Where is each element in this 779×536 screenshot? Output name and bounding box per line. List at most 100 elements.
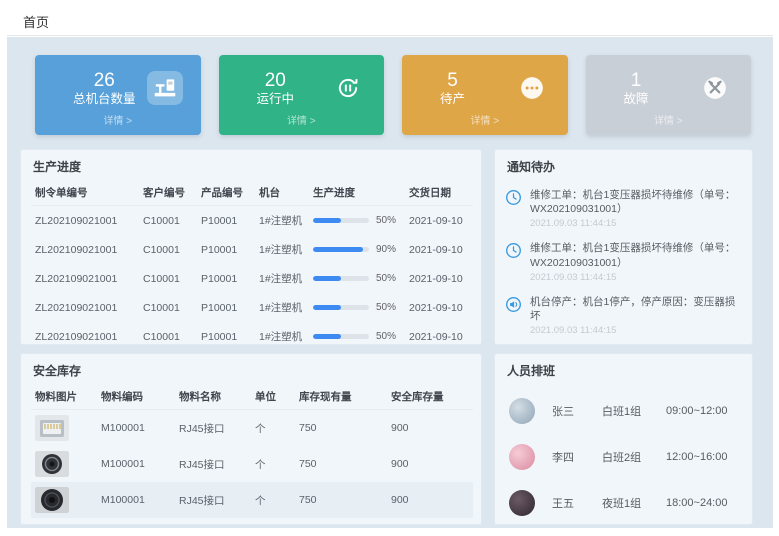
staff-shift: 白班1组	[602, 403, 666, 419]
progress-bar: 50%	[313, 302, 401, 313]
panel-title: 通知待办	[495, 150, 752, 180]
staff-time: 09:00~12:00	[666, 405, 727, 417]
schedule-row: 王五 夜班1组 18:00~24:00	[509, 480, 738, 525]
table-row: ZL202109021001 C10001 P10001 1#注塑机 50% 2…	[31, 293, 473, 322]
progress-bar: 50%	[313, 331, 401, 342]
staff-name: 张三	[552, 403, 602, 419]
notification-item[interactable]: 维修工单：机台1变压器损坏待维修（单号：WX202109031001） 2021…	[505, 182, 742, 235]
column-header: 机台	[255, 180, 309, 206]
column-header: 产品编号	[197, 180, 255, 206]
notification-time: 2021.09.03 11:44:15	[530, 325, 742, 336]
notification-list: 维修工单：机台1变压器损坏待维修（单号：WX202109031001） 2021…	[495, 180, 752, 345]
progress-bar: 50%	[313, 215, 401, 226]
detail-link[interactable]: 详情 >	[598, 112, 740, 129]
top-bar: 首页	[7, 8, 773, 36]
clock-icon	[505, 242, 522, 259]
column-header: 物料编码	[97, 384, 175, 410]
staff-name: 李四	[552, 449, 602, 465]
staff-schedule-panel: 人员排班 张三 白班1组 09:00~12:00 李四 白班2组 12:00~1…	[494, 353, 753, 525]
dashboard-screen: 首页 26 总机台数量	[0, 0, 779, 536]
progress-label: 90%	[376, 244, 396, 255]
schedule-row: 张三 白班1组 09:00~12:00	[509, 388, 738, 434]
speaker-icon	[505, 296, 522, 313]
progress-label: 50%	[376, 331, 396, 342]
notification-time: 2021.09.03 11:44:15	[530, 218, 742, 229]
safety-stock-table: 物料图片 物料编码 物料名称 单位 库存现有量 安全库存量	[31, 384, 473, 518]
safety-stock-panel: 安全库存 物料图片 物料编码 物料名称 单位 库存现有量 安全库存量	[20, 353, 482, 525]
column-header: 客户编号	[139, 180, 197, 206]
clock-icon	[505, 189, 522, 206]
column-header: 单位	[251, 384, 295, 410]
progress-label: 50%	[376, 273, 396, 284]
stat-card-waiting[interactable]: 5 待产 详情 >	[402, 55, 568, 135]
progress-label: 50%	[376, 215, 396, 226]
panels-grid: 生产进度 制令单编号 客户编号 产品编号 机台 生产进度 交货日期	[20, 149, 755, 525]
table-row: ZL202109021001 C10001 P10001 1#注塑机 50% 2…	[31, 322, 473, 345]
notification-time: 2021.09.03 11:44:15	[530, 272, 742, 283]
column-header: 制令单编号	[31, 180, 139, 206]
detail-link[interactable]: 详情 >	[231, 112, 373, 129]
table-row: M100001 RJ45接口 个 750 900	[31, 482, 473, 518]
notification-item[interactable]: 维修工单：机台1变压器损坏待维修（单号：WX202109031001） 2021…	[505, 235, 742, 288]
bottom-edge	[7, 528, 779, 536]
table-row: ZL202109021001 C10001 P10001 1#注塑机 50% 2…	[31, 206, 473, 236]
round-connector-photo	[35, 451, 69, 477]
table-row: M100001 RJ45接口 个 750 900	[31, 446, 473, 482]
stat-value: 26	[73, 70, 136, 91]
notification-text: 机台停产：机台1停产，停产原因：变压器损坏	[530, 295, 742, 323]
staff-time: 18:00~24:00	[666, 497, 727, 509]
table-row: ZL202109021001 C10001 P10001 1#注塑机 90% 2…	[31, 235, 473, 264]
content-area: 26 总机台数量 详情 >	[7, 37, 773, 528]
table-header-row: 制令单编号 客户编号 产品编号 机台 生产进度 交货日期	[31, 180, 473, 206]
column-header: 物料图片	[31, 384, 97, 410]
ellipsis-icon	[514, 71, 550, 105]
tools-icon	[697, 71, 733, 105]
tab-home[interactable]: 首页	[7, 12, 65, 31]
stat-label: 运行中	[257, 91, 295, 107]
stat-cards-row: 26 总机台数量 详情 >	[7, 37, 773, 135]
stat-label: 待产	[440, 91, 465, 107]
column-header: 库存现有量	[295, 384, 387, 410]
avatar	[509, 490, 535, 516]
panel-title: 人员排班	[495, 354, 752, 384]
column-header: 交货日期	[405, 180, 473, 206]
notifications-panel: 通知待办 维修工单：机台1变压器损坏待维修（单号：WX202109031001）…	[494, 149, 753, 345]
progress-label: 50%	[376, 302, 396, 313]
progress-bar: 50%	[313, 273, 401, 284]
avatar	[509, 398, 535, 424]
stat-card-running[interactable]: 20 运行中 详情 >	[219, 55, 385, 135]
avatar	[509, 444, 535, 470]
schedule-row: 李四 白班2组 12:00~16:00	[509, 434, 738, 480]
notification-item[interactable]: 计划暂停：机台1生产计划已暂停 2021.09.03 11:44:15	[505, 342, 742, 345]
speaker-photo	[35, 487, 69, 513]
notification-text: 维修工单：机台1变压器损坏待维修（单号：WX202109031001）	[530, 188, 742, 216]
table-header-row: 物料图片 物料编码 物料名称 单位 库存现有量 安全库存量	[31, 384, 473, 410]
staff-shift: 白班2组	[602, 449, 666, 465]
production-progress-panel: 生产进度 制令单编号 客户编号 产品编号 机台 生产进度 交货日期	[20, 149, 482, 345]
stat-value: 20	[257, 70, 295, 91]
detail-link[interactable]: 详情 >	[47, 112, 189, 129]
stat-value: 5	[440, 70, 465, 91]
stat-card-total-machines[interactable]: 26 总机台数量 详情 >	[35, 55, 201, 135]
column-header: 安全库存量	[387, 384, 473, 410]
notification-text: 维修工单：机台1变压器损坏待维修（单号：WX202109031001）	[530, 241, 742, 269]
panel-title: 安全库存	[21, 354, 481, 384]
staff-time: 12:00~16:00	[666, 451, 727, 463]
notification-item[interactable]: 机台停产：机台1停产，停产原因：变压器损坏 2021.09.03 11:44:1…	[505, 289, 742, 342]
stat-card-fault[interactable]: 1 故障	[586, 55, 752, 135]
table-row: ZL202109021001 C10001 P10001 1#注塑机 50% 2…	[31, 264, 473, 293]
progress-bar: 90%	[313, 244, 401, 255]
detail-link[interactable]: 详情 >	[414, 112, 556, 129]
schedule-list: 张三 白班1组 09:00~12:00 李四 白班2组 12:00~16:00 …	[495, 384, 752, 525]
staff-name: 王五	[552, 495, 602, 511]
machine-icon	[147, 71, 183, 105]
column-header: 物料名称	[175, 384, 251, 410]
table-row: M100001 RJ45接口 个 750 900	[31, 410, 473, 447]
running-icon	[330, 71, 366, 105]
panel-title: 生产进度	[21, 150, 481, 180]
stat-label: 故障	[624, 91, 649, 107]
column-header: 生产进度	[309, 180, 405, 206]
production-table: 制令单编号 客户编号 产品编号 机台 生产进度 交货日期 ZL202109021…	[31, 180, 473, 345]
stat-value: 1	[624, 70, 649, 91]
stat-label: 总机台数量	[73, 91, 136, 107]
